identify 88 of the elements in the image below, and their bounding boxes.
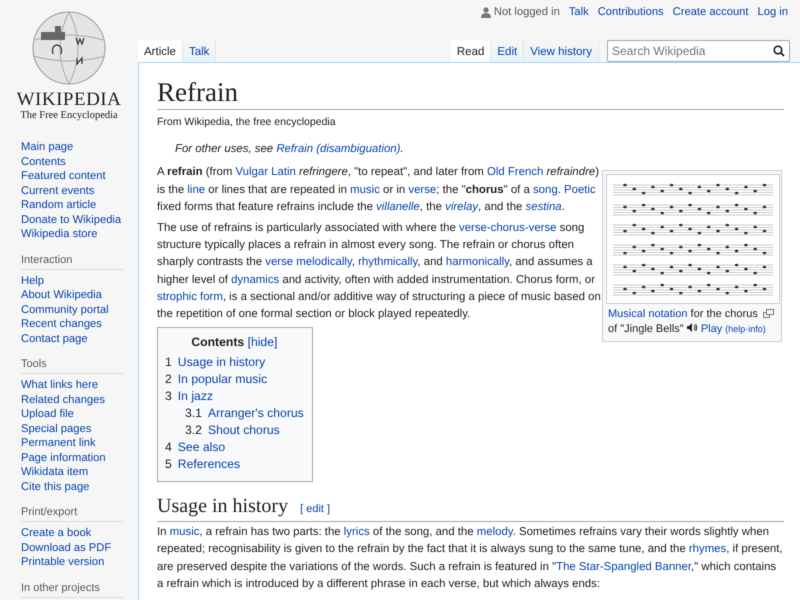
link[interactable]: music — [170, 526, 200, 538]
link[interactable]: strophic form — [157, 290, 223, 303]
play-link[interactable]: Play — [700, 323, 722, 336]
sidebar-link[interactable]: Download as PDF — [21, 540, 130, 555]
edit-section-link[interactable]: [ edit ] — [300, 497, 330, 522]
magnify-icon[interactable] — [763, 309, 774, 318]
toc-link[interactable]: 3.2 Shout chorus — [165, 422, 304, 440]
account-link[interactable]: Log in — [758, 6, 788, 18]
sidebar-link[interactable]: Current events — [21, 184, 130, 198]
sidebar-link[interactable]: Recent changes — [21, 317, 130, 332]
link[interactable]: rhythmically — [358, 256, 418, 268]
sidebar-heading: In other projects — [21, 578, 124, 598]
toc-link[interactable]: 2 In popular music — [165, 371, 304, 388]
sidebar-link[interactable]: Wikipedia store — [21, 227, 130, 242]
help-info-link[interactable]: (help·info) — [725, 324, 766, 334]
sidebar-link[interactable]: Printable version — [21, 555, 130, 570]
paragraph: The use of refrains is particularly associated with where the verse-chorus-verse song structure typically places a refrain in almost every song. The refrain or chorus often sharply contrasts the verse melodically, rhythmically, and harmonically, and assumes a higher level of dynamics and activity, often with added instrumentation. Chorus form, or strophic form, is a sectional and/or additive way of structuring a piece of music based on the repetition of one formal section or block played repeatedly. — [157, 221, 602, 322]
account-link[interactable]: Create account — [672, 6, 749, 18]
sidebar-link[interactable]: Featured content — [21, 169, 130, 184]
sidebar-link[interactable]: Special pages — [21, 422, 130, 436]
link[interactable]: Old French — [486, 166, 544, 178]
link[interactable]: music — [350, 184, 380, 196]
toc-link[interactable]: 4 See also — [165, 439, 304, 456]
hatnote: For other uses, see Refrain (disambiguation). — [174, 142, 405, 158]
link[interactable]: lyrics — [344, 526, 370, 538]
sidebar-link[interactable]: Contact page — [21, 332, 130, 346]
link[interactable]: verse — [408, 184, 436, 196]
link[interactable]: Poetic — [564, 184, 596, 196]
sidebar-link[interactable]: What links here — [21, 378, 130, 392]
sidebar-link[interactable]: Help — [21, 274, 130, 288]
tab[interactable]: Talk — [182, 40, 216, 62]
sidebar-heading: Tools — [21, 355, 124, 374]
link[interactable]: song — [532, 184, 558, 196]
link[interactable]: dynamics — [231, 274, 280, 286]
figure-caption: Musical notation for the chorus of "Jingle Bells" Play (help·info) — [606, 304, 778, 338]
toc-link[interactable]: 5 References — [165, 456, 304, 474]
account-link[interactable]: Contributions — [598, 6, 664, 18]
page-title: Refrain — [157, 75, 784, 110]
sidebar-link[interactable]: Random article — [21, 198, 130, 212]
link[interactable]: melody — [476, 526, 513, 538]
sidebar-link[interactable]: Create a book — [21, 526, 130, 540]
sidebar-link[interactable]: Wikidata item — [21, 465, 130, 480]
toc-title: Contents — [191, 335, 244, 350]
search-field[interactable]: Search Wikipedia — [607, 40, 790, 62]
link[interactable]: verse melodically — [265, 256, 352, 268]
sidebar-link[interactable]: Donate to Wikipedia — [21, 212, 130, 227]
link[interactable]: Vulgar Latin — [236, 166, 296, 178]
logo-tagline: The Free Encyclopedia — [20, 110, 118, 122]
link[interactable]: Refrain (disambiguation) — [276, 143, 400, 156]
user-icon — [480, 6, 491, 18]
speaker-icon — [686, 323, 698, 332]
sidebar-link[interactable]: Related changes — [21, 392, 130, 407]
tab[interactable]: Read — [450, 40, 492, 62]
sidebar-link[interactable]: Contents — [21, 154, 130, 169]
sidebar-link[interactable]: About Wikipedia — [21, 288, 130, 302]
toc-link[interactable]: 3 In jazz — [165, 388, 304, 406]
sidebar-link[interactable]: Community portal — [21, 302, 130, 317]
link[interactable]: verse-chorus-verse — [459, 222, 556, 234]
wordmark: WIKIPEDIA — [16, 90, 122, 110]
paragraph: In music, a refrain has two parts: the lyrics of the song, and the melody. Sometimes refrains vary their words slightly when repeated; recognisability is given to the refrain by the fact that it is always sung to the same tune, and the rhymes, if present, are preserved despite the variations of the words. Such a refrain is featured in "The Star-Spangled Banner," which contains a refrain which is introduced by a different phrase in each verse, but which always ends: — [157, 525, 784, 592]
sidebar-link[interactable]: Page information — [21, 450, 130, 465]
sidebar-link[interactable]: Permanent link — [21, 436, 130, 450]
tab[interactable]: View history — [524, 40, 599, 62]
link[interactable]: virelay — [445, 200, 478, 213]
search-input[interactable]: Search Wikipedia — [612, 44, 773, 58]
link[interactable]: Musical notation — [608, 308, 688, 320]
link[interactable]: sestina — [526, 200, 562, 213]
sidebar-heading: Print/export — [21, 503, 124, 522]
toc-toggle[interactable]: [hide] — [248, 335, 278, 350]
link[interactable]: rhymes — [688, 543, 726, 556]
sidebar-link[interactable]: Main page — [21, 140, 130, 154]
sidebar-link[interactable]: Cite this page — [21, 480, 130, 494]
toc-link[interactable]: 1 Usage in history — [165, 354, 304, 372]
tab[interactable]: Edit — [491, 40, 524, 62]
tab[interactable]: Article — [138, 40, 183, 62]
sidebar-heading: Interaction — [21, 250, 124, 270]
section-heading: Usage in history — [157, 494, 288, 518]
link[interactable]: villanelle — [376, 200, 420, 213]
paragraph: A refrain (from Vulgar Latin refringere, "to repeat", and later from Old French refraindre) is the line or lines that are repeated in music or in verse; the "chorus" of a song. Poetic fixed forms that feature refrains include the villanelle, the virelay, and the sestina. — [157, 165, 600, 215]
login-status: Not logged in — [494, 6, 560, 18]
toc-link[interactable]: 3.1 Arranger's chorus — [165, 405, 304, 422]
account-link[interactable]: Talk — [568, 6, 589, 18]
sidebar-link[interactable]: Upload file — [21, 407, 130, 422]
link[interactable]: The Star-Spangled Banner — [556, 560, 692, 573]
link[interactable]: harmonically — [446, 256, 510, 268]
search-icon[interactable] — [773, 44, 785, 56]
site-subtitle: From Wikipedia, the free encyclopedia — [157, 115, 337, 130]
link[interactable]: line — [187, 184, 206, 196]
